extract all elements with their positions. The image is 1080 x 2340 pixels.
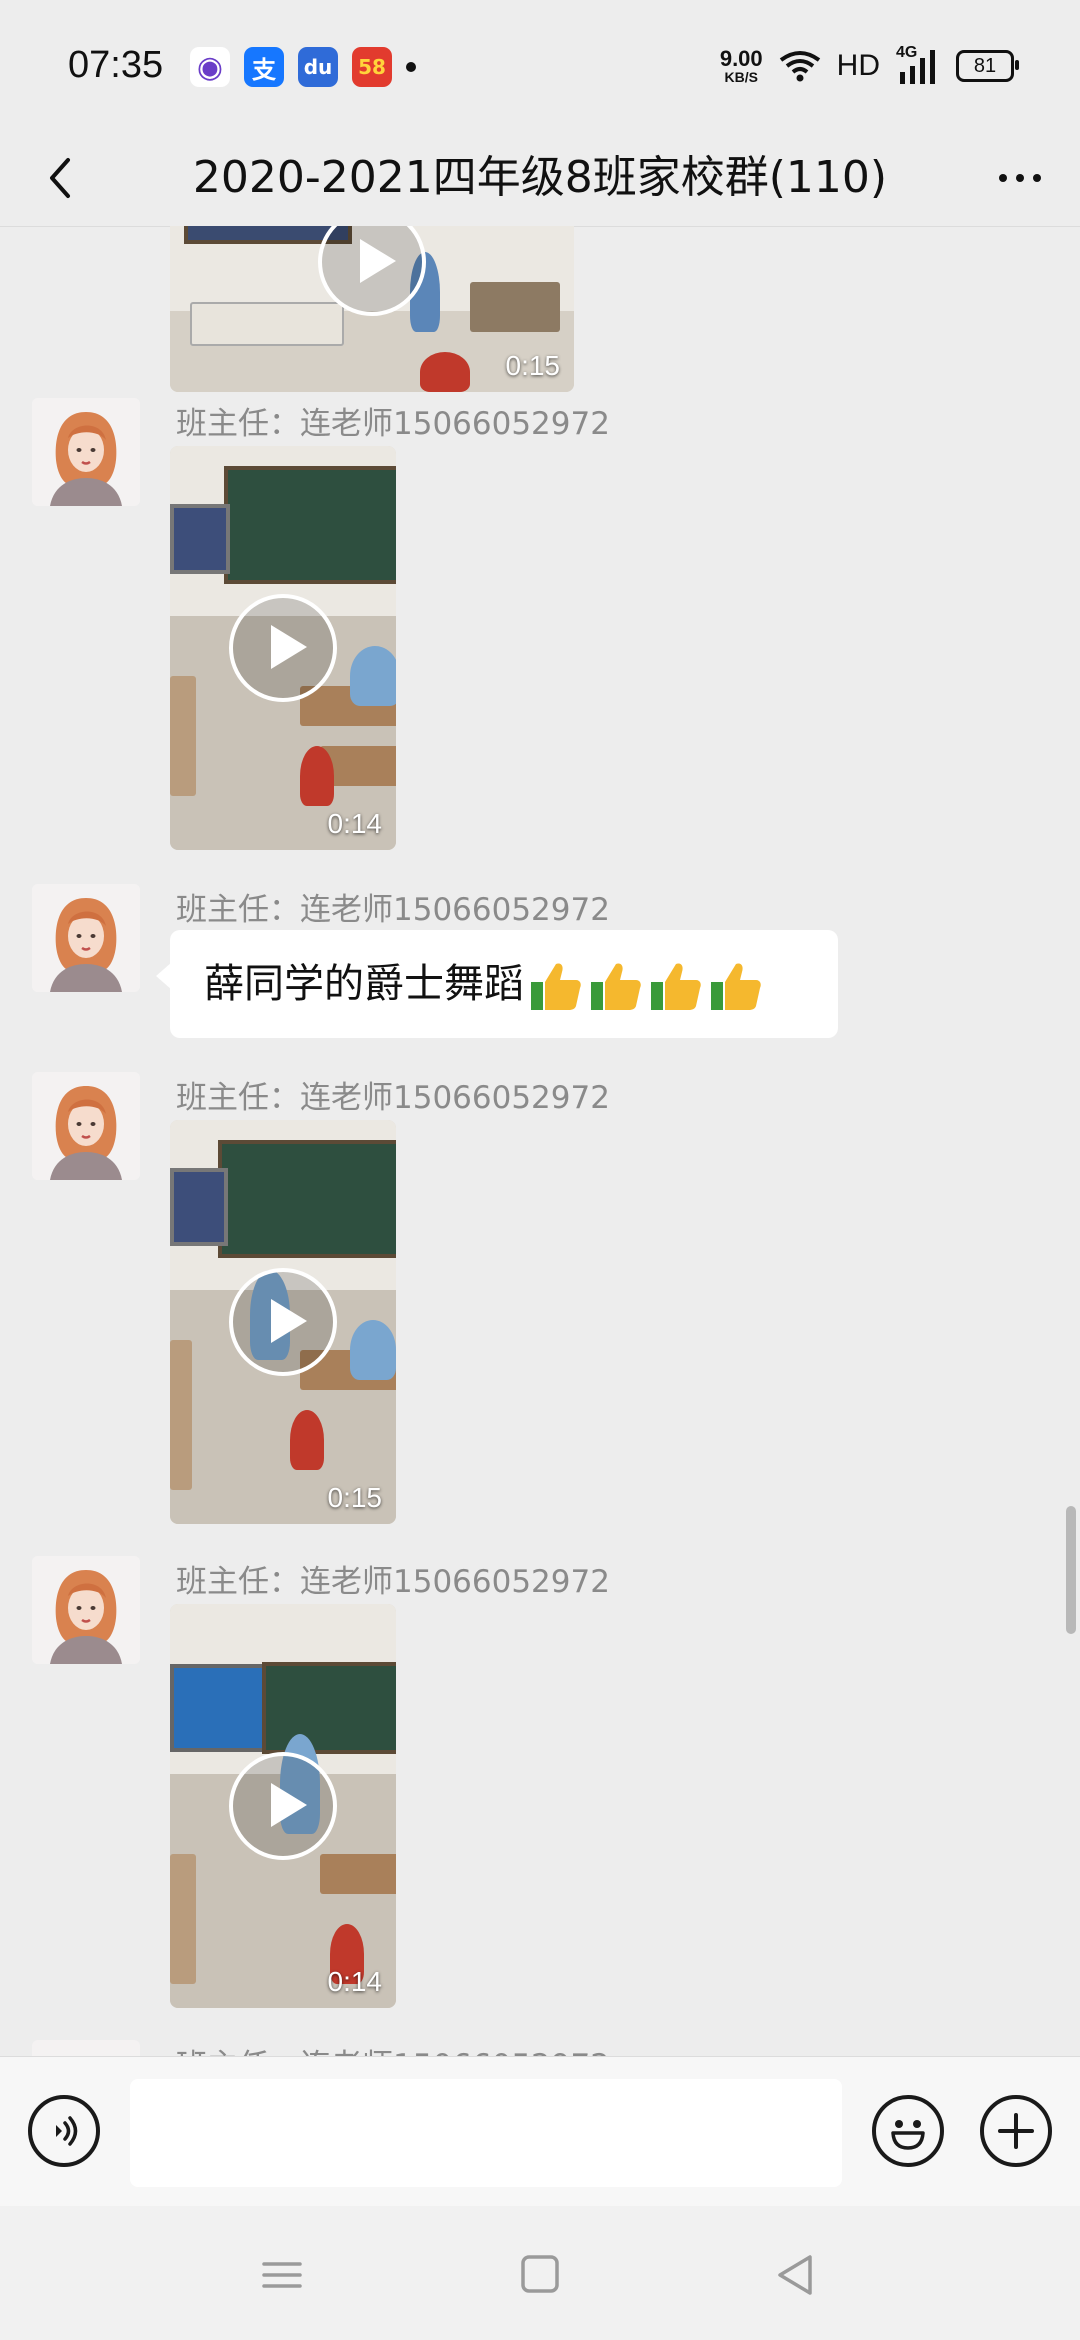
- voice-input-button[interactable]: [28, 2095, 100, 2167]
- system-nav-bar: [0, 2206, 1080, 2340]
- signal-icon: 4G: [896, 44, 940, 84]
- bubble-text-line: 薛同学的爵士舞蹈: [204, 930, 762, 1038]
- 58-app-icon: 58: [352, 47, 392, 87]
- video-duration: 0:14: [327, 1966, 383, 1997]
- net-speed-value: 9.00: [719, 46, 763, 71]
- smiley-icon: [891, 2120, 925, 2150]
- video-duration: 0:14: [327, 808, 383, 839]
- baidu-icon: du: [298, 47, 338, 87]
- back-nav-button[interactable]: [766, 2250, 826, 2300]
- wifi-icon: [779, 51, 820, 82]
- battery-icon: 81: [956, 50, 1019, 82]
- video-thumbnail[interactable]: 0:15: [170, 1120, 396, 1524]
- purple-app-icon: ◉: [190, 47, 230, 87]
- thumbs-up-icon: [531, 963, 581, 1010]
- chat-header: 2020-2021四年级8班家校群(110): [0, 130, 1080, 227]
- back-button[interactable]: [28, 144, 96, 212]
- more-options-button[interactable]: [986, 144, 1054, 212]
- chat-title: 2020-2021四年级8班家校群(110): [192, 152, 888, 203]
- status-bar: 07:35 ◉ 支 du 58 9.00 KB/S HD 4G 81: [0, 0, 1080, 130]
- square-home-icon: [521, 2255, 559, 2293]
- alipay-icon: 支: [244, 47, 284, 87]
- avatar-portrait-icon: [32, 884, 140, 992]
- avatar-portrait-icon: [32, 1072, 140, 1180]
- triangle-back-icon: [778, 2255, 812, 2295]
- status-right: 9.00 KB/S HD 4G 81: [719, 44, 1019, 88]
- more-functions-button[interactable]: [980, 2095, 1052, 2167]
- hd-label: HD: [836, 49, 880, 82]
- more-dot-icon: [1033, 174, 1041, 182]
- sender-name: 班主任：连老师15066052972: [176, 1564, 610, 1600]
- chat-message-list[interactable]: 0:15 班主任：连老师15066052972 0:14 班主任：连老师1506…: [0, 226, 1080, 2056]
- net-speed: 9.00 KB/S: [719, 46, 763, 85]
- video-thumbnail[interactable]: 0:15: [170, 226, 574, 392]
- avatar-portrait-icon: [32, 398, 140, 506]
- play-icon[interactable]: [229, 1752, 337, 1860]
- sender-name: 班主任：连老师15066052972: [176, 892, 610, 928]
- hamburger-icon: [262, 2262, 302, 2288]
- video-duration: 0:15: [505, 350, 561, 381]
- more-dot-icon: [1016, 174, 1024, 182]
- avatar[interactable]: [32, 1072, 140, 1180]
- thumbs-up-icon: [711, 963, 761, 1010]
- voice-icon: [56, 2116, 78, 2146]
- play-icon[interactable]: [229, 594, 337, 702]
- more-dot-icon: [999, 174, 1007, 182]
- video-thumbnail[interactable]: 0:14: [170, 1604, 396, 2008]
- home-nav-button[interactable]: [510, 2250, 570, 2300]
- message-text: 薛同学的爵士舞蹈: [204, 961, 524, 1007]
- thumbs-up-icon: [591, 963, 641, 1010]
- sender-name: 班主任：连老师15066052972: [176, 1080, 610, 1116]
- plus-icon: [998, 2113, 1034, 2149]
- net-speed-unit: KB/S: [724, 69, 758, 85]
- avatar[interactable]: [32, 2040, 140, 2056]
- scrollbar-thumb[interactable]: [1066, 1506, 1076, 1634]
- chevron-left-icon: [50, 158, 70, 198]
- avatar[interactable]: [32, 398, 140, 506]
- notification-icons: ◉ 支 du 58: [190, 45, 416, 89]
- emoji-button[interactable]: [872, 2095, 944, 2167]
- status-time: 07:35: [68, 44, 164, 86]
- text-bubble[interactable]: 薛同学的爵士舞蹈: [156, 930, 838, 1038]
- sender-name: 班主任：连老师15066052972: [176, 2040, 610, 2056]
- message-input[interactable]: [130, 2079, 842, 2187]
- sender-name: 班主任：连老师15066052972: [176, 406, 610, 442]
- video-duration: 0:15: [327, 1482, 383, 1513]
- battery-level: 81: [973, 54, 997, 77]
- avatar[interactable]: [32, 884, 140, 992]
- message-input-bar: [0, 2056, 1080, 2207]
- avatar-portrait-icon: [32, 1556, 140, 1664]
- menu-nav-button[interactable]: [252, 2250, 312, 2300]
- emoji-row: [528, 960, 762, 1012]
- thumbs-up-icon: [651, 963, 701, 1010]
- video-thumbnail[interactable]: 0:14: [170, 446, 396, 850]
- play-icon[interactable]: [229, 1268, 337, 1376]
- network-type: 4G: [896, 44, 918, 61]
- avatar[interactable]: [32, 1556, 140, 1664]
- more-notifications-dot-icon: [406, 62, 416, 72]
